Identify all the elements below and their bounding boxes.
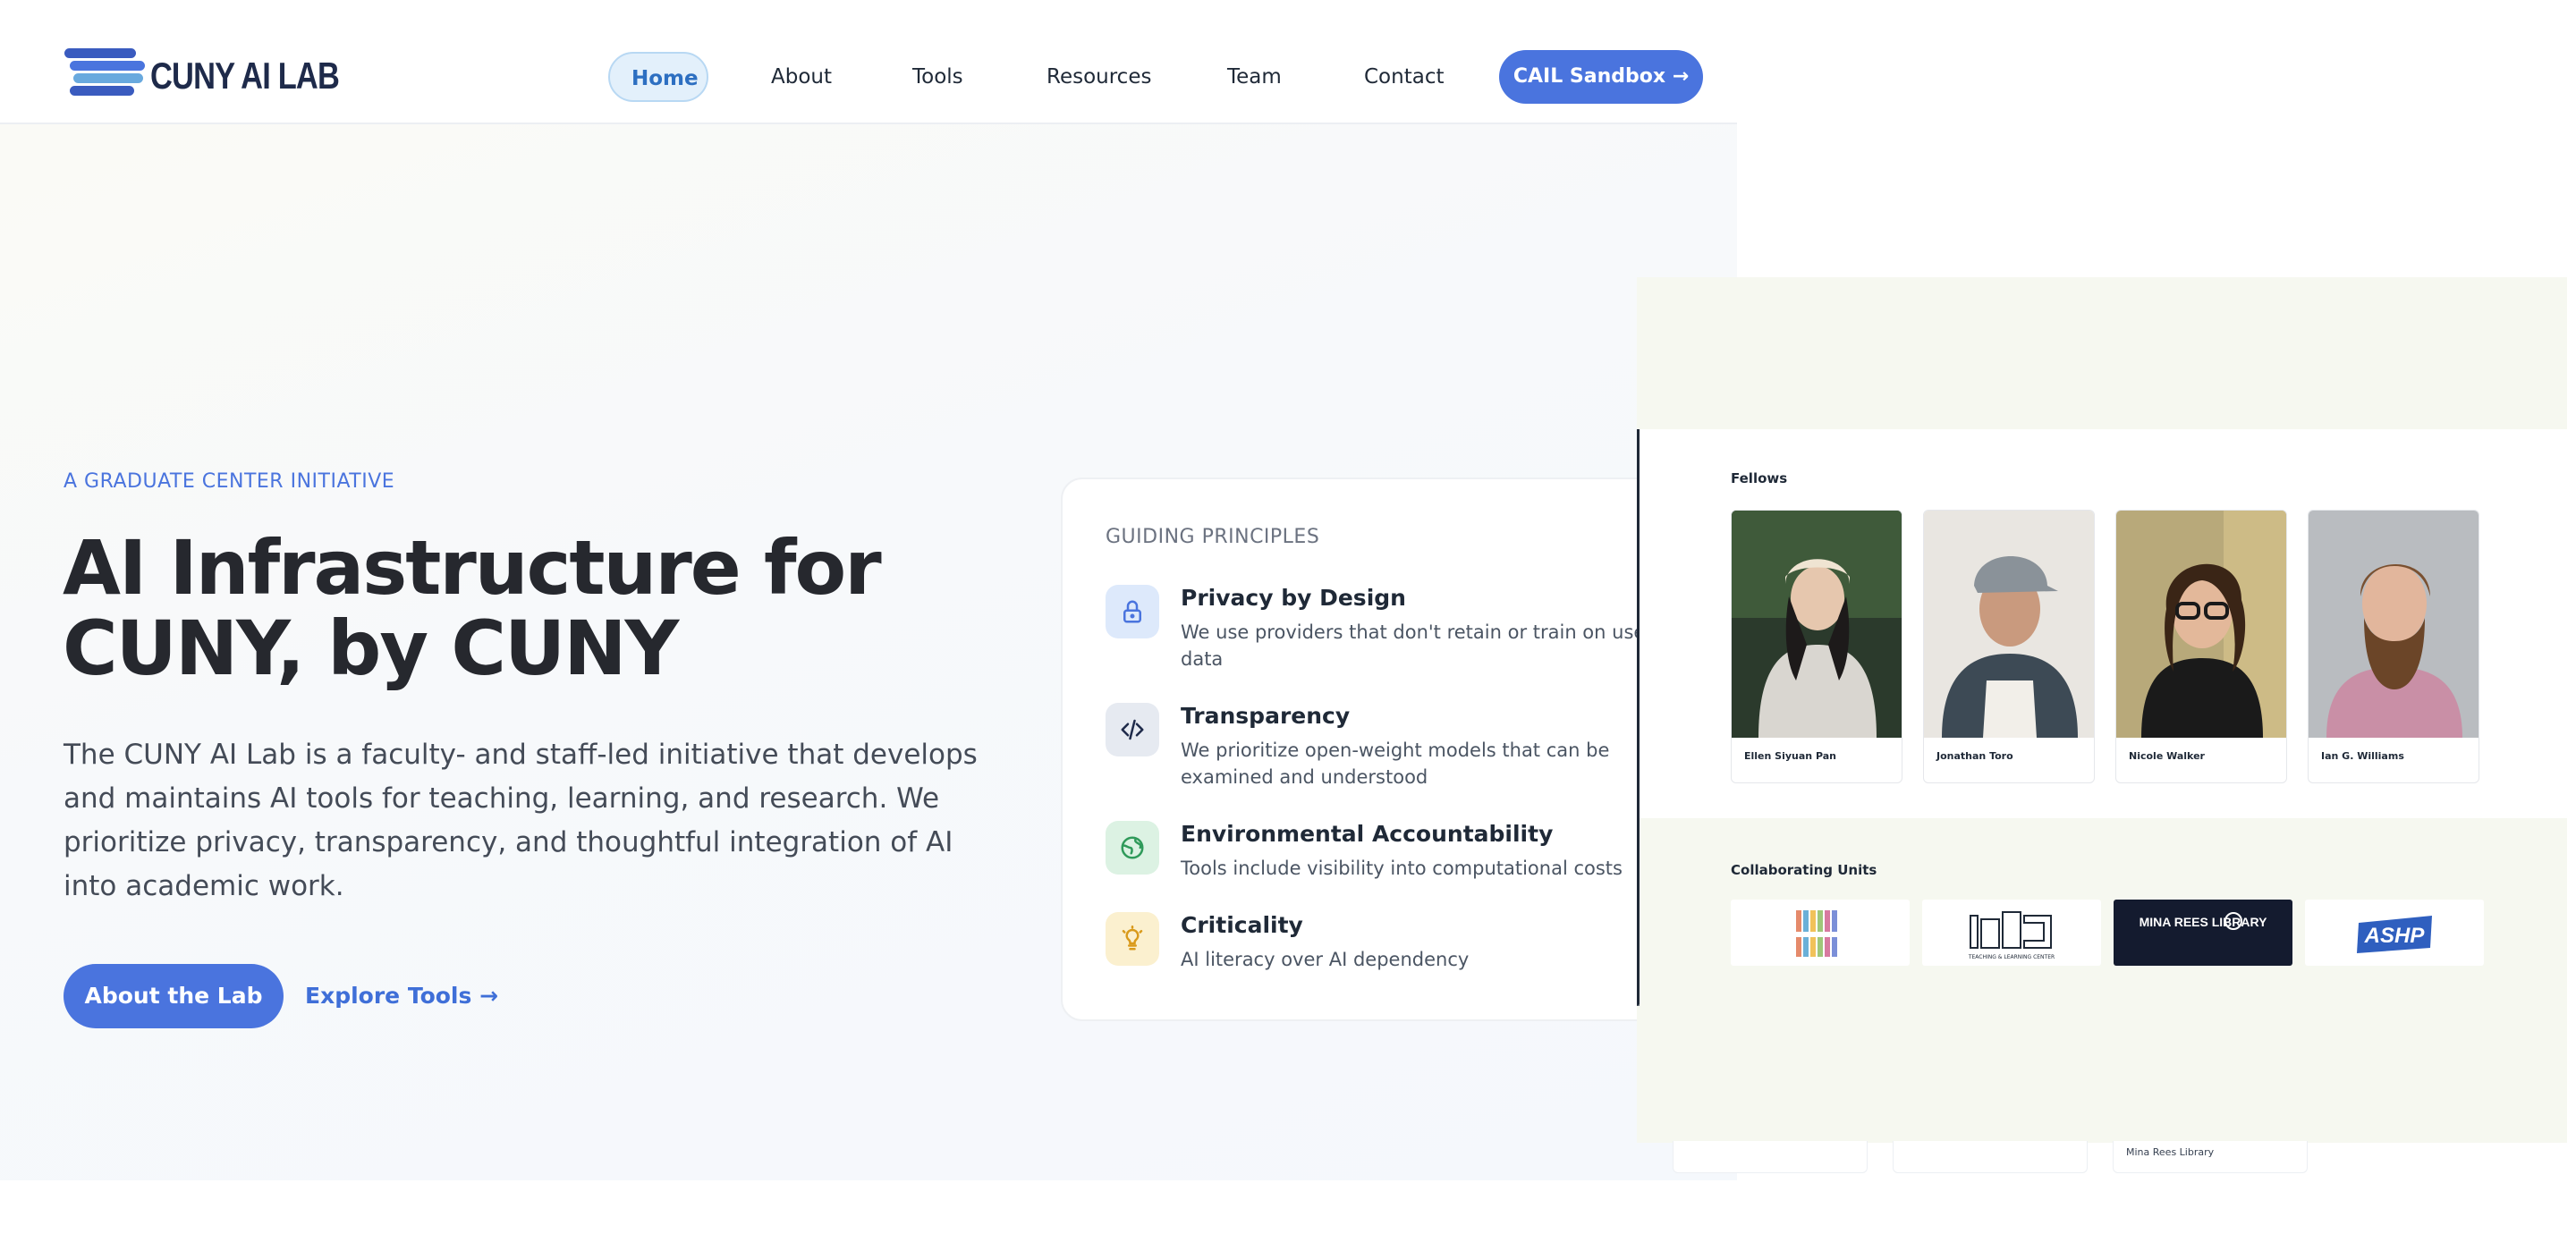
- nav-resources[interactable]: Resources: [1025, 52, 1173, 102]
- nav-home[interactable]: Home: [608, 52, 708, 102]
- fellow-name: Ellen Siyuan Pan: [1744, 750, 1836, 762]
- nav-tools[interactable]: Tools: [891, 52, 985, 102]
- principle-description: AI literacy over AI dependency: [1181, 949, 1470, 970]
- nav-contact[interactable]: Contact: [1343, 52, 1465, 102]
- mina-rees-logo[interactable]: MINA REES LIBRARY: [2114, 900, 2292, 966]
- hero-title-line-1: AI Infrastructure for: [63, 524, 882, 612]
- fellow-card[interactable]: Jonathan Toro: [1923, 510, 2095, 783]
- principle-title: Privacy by Design: [1181, 585, 1406, 611]
- hero-title: AI Infrastructure for CUNY, by CUNY: [63, 528, 993, 689]
- principle-title: Criticality: [1181, 912, 1303, 938]
- fellow-name: Ian G. Williams: [2321, 750, 2404, 762]
- landing-page: CUNY AI LAB Home About Tools Resources T…: [0, 0, 1737, 1180]
- tlc-logo[interactable]: TEACHING & LEARNING CENTER: [1922, 900, 2101, 966]
- principle-title: Environmental Accountability: [1181, 821, 1554, 847]
- nav-team[interactable]: Team: [1206, 52, 1303, 102]
- nav-about[interactable]: About: [750, 52, 853, 102]
- mina-rees-logo-text: MINA REES LIBRARY: [2140, 915, 2268, 929]
- fellow-card[interactable]: Ian G. Williams: [2308, 510, 2479, 783]
- stripes-logo[interactable]: [1731, 900, 1910, 966]
- tlc-logo-text: TEACHING & LEARNING CENTER: [1968, 954, 2055, 960]
- lightbulb-icon: [1106, 912, 1159, 966]
- fellow-name: Jonathan Toro: [1936, 750, 2013, 762]
- fellow-photo: [2309, 511, 2479, 738]
- code-icon: [1106, 703, 1159, 756]
- cail-sandbox-button[interactable]: CAIL Sandbox →: [1499, 50, 1703, 104]
- explore-tools-link[interactable]: Explore Tools →: [305, 964, 498, 1028]
- hero-eyebrow: A GRADUATE CENTER INITIATIVE: [64, 470, 395, 493]
- unit-card-partial: [1673, 1141, 1868, 1173]
- top-navbar: CUNY AI LAB Home About Tools Resources T…: [0, 0, 1737, 124]
- fellow-name: Nicole Walker: [2129, 750, 2205, 762]
- unit-card-label: Mina Rees Library: [2126, 1146, 2215, 1158]
- ashp-logo-text: ASHP: [2364, 924, 2426, 948]
- principle-title: Transparency: [1181, 703, 1351, 729]
- hero-description: The CUNY AI Lab is a faculty- and staff-…: [64, 739, 978, 902]
- about-the-lab-button[interactable]: About the Lab: [64, 964, 284, 1028]
- principles-heading: GUIDING PRINCIPLES: [1106, 526, 1320, 548]
- fellow-photo: [1732, 511, 1902, 738]
- guiding-principles-card: GUIDING PRINCIPLES Privacy by Design We …: [1061, 478, 1705, 1021]
- ashp-logo-icon: ASHP: [2357, 916, 2432, 953]
- hero-title-line-2: CUNY, by CUNY: [63, 604, 679, 692]
- principle-description: We use providers that don't retain or tr…: [1181, 621, 1653, 670]
- unit-card-partial: Mina Rees Library: [2113, 1141, 2308, 1173]
- team-page-preview: Fellows Ellen Siyuan Pan Jonathan Toro N…: [1637, 429, 2567, 1006]
- fellow-photo: [1924, 511, 2094, 738]
- tlc-logo-icon: TEACHING & LEARNING CENTER: [1968, 911, 2055, 960]
- mina-rees-logo-icon: MINA REES LIBRARY: [2140, 912, 2268, 930]
- principle-description: Tools include visibility into computatio…: [1181, 858, 1623, 879]
- brand-name[interactable]: CUNY AI LAB: [150, 54, 340, 98]
- fellows-heading: Fellows: [1731, 470, 1788, 486]
- globe-icon: [1106, 821, 1159, 875]
- cuny-ai-lab-logo-icon[interactable]: [64, 48, 145, 104]
- fellow-photo: [2116, 511, 2286, 738]
- principle-description: We prioritize open-weight models that ca…: [1181, 740, 1610, 788]
- fellow-card[interactable]: Nicole Walker: [2115, 510, 2287, 783]
- lock-icon: [1106, 585, 1159, 638]
- stripes-logo-icon: [1794, 909, 1844, 959]
- ashp-logo[interactable]: ASHP: [2305, 900, 2484, 966]
- collaborating-units-heading: Collaborating Units: [1731, 862, 1877, 878]
- unit-card-partial: [1893, 1141, 2088, 1173]
- fellow-card[interactable]: Ellen Siyuan Pan: [1731, 510, 1902, 783]
